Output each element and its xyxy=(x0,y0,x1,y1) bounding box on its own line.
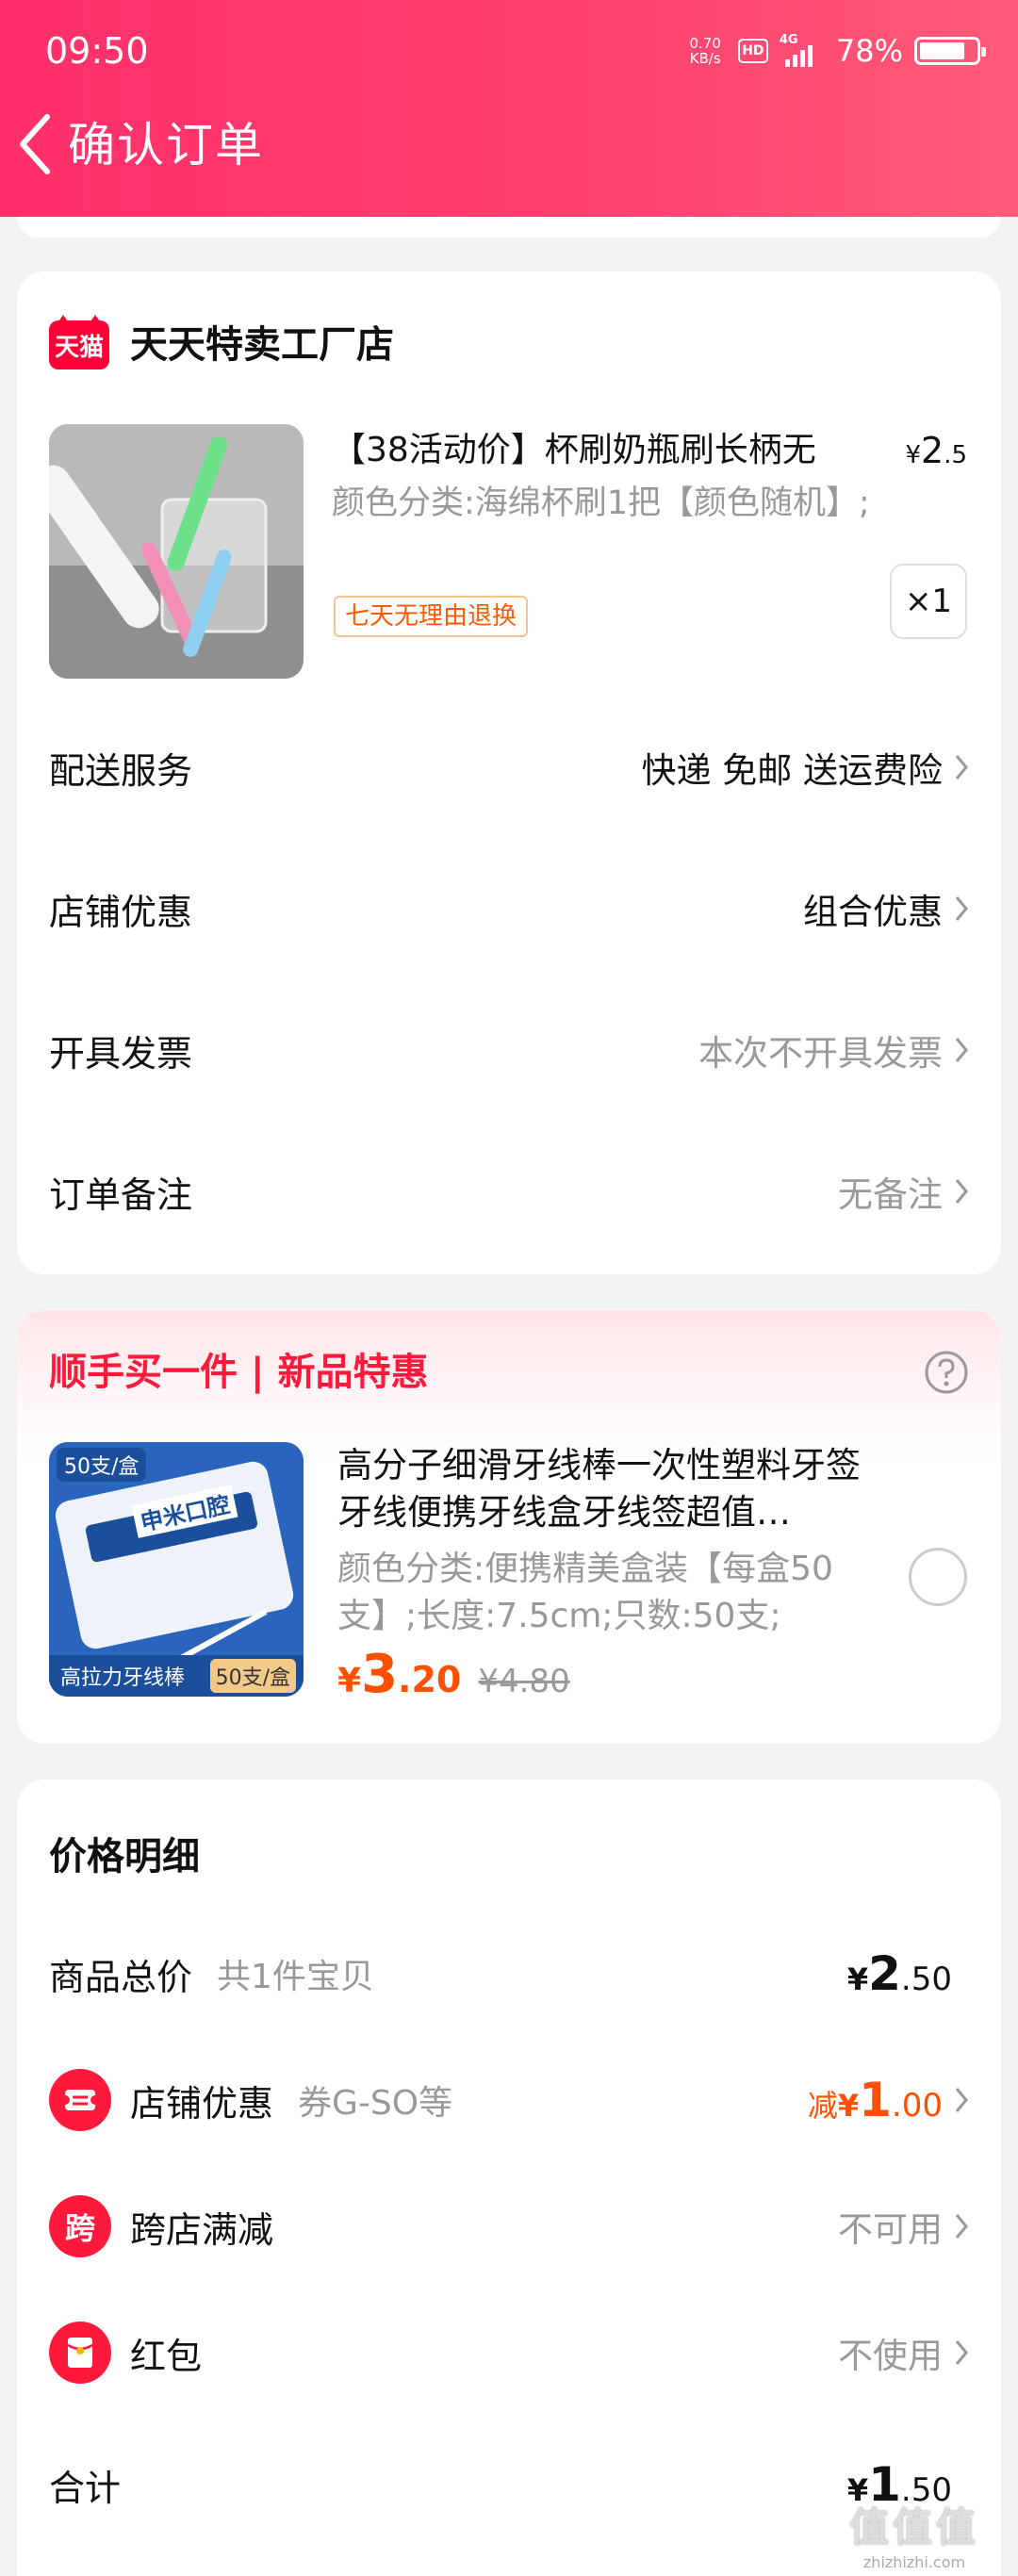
price-detail-title: 价格明细 xyxy=(49,1835,200,1879)
site-watermark: 值值值 zhizhizhi.com xyxy=(848,2504,979,2571)
recommend-product-name[interactable]: 高分子细滑牙线棒一次性塑料牙签牙线便携牙线盒牙线签超值… xyxy=(337,1442,875,1536)
back-arrow-icon[interactable] xyxy=(17,111,55,177)
current-price: ¥3.20 xyxy=(337,1644,462,1705)
return-policy-badge: 七天无理由退换 xyxy=(334,596,529,637)
add-item-radio[interactable] xyxy=(909,1548,967,1606)
help-icon[interactable] xyxy=(924,1350,969,1395)
invoice-row[interactable]: 开具发票 本次不开具发票 xyxy=(49,1012,969,1088)
price-detail-card: 价格明细 商品总价 共1件宝贝 ¥2.50 店铺优惠 券G-SO等 减¥1.00… xyxy=(17,1780,1001,2576)
status-icons: 0.70 KB/s HD 4G 78% xyxy=(689,25,986,77)
shop-coupon-icon xyxy=(49,2069,111,2131)
recommend-price: ¥3.20 ¥4.80 xyxy=(337,1644,570,1705)
recommend-card: 顺手买一件 | 新品特惠 50支/盒 申米口腔 高拉力牙线棒 50支/盒 高分子… xyxy=(17,1310,1001,1744)
chevron-right-icon xyxy=(955,2214,968,2239)
shop-name[interactable]: 天天特卖工厂店 xyxy=(130,317,394,373)
goods-total-amount: ¥2.50 xyxy=(846,1946,952,2001)
network-speed: 0.70 KB/s xyxy=(689,35,721,67)
original-price: ¥4.80 xyxy=(478,1663,570,1700)
tmall-logo: 天猫 xyxy=(49,315,109,369)
order-note-row[interactable]: 订单备注 无备注 xyxy=(49,1154,969,1229)
clock: 09:50 xyxy=(45,30,149,72)
red-packet-icon xyxy=(49,2322,111,2384)
chevron-right-icon xyxy=(955,896,968,921)
cross-store-icon: 跨 xyxy=(49,2195,111,2257)
chevron-right-icon xyxy=(955,1179,968,1204)
product-image[interactable] xyxy=(49,424,304,679)
chevron-right-icon xyxy=(955,1038,968,1062)
signal-icon: 4G xyxy=(780,33,825,67)
recommend-product-spec: 颜色分类:便携精美盒装【每盒50支】;长度:7.5cm;只数:50支; xyxy=(337,1550,833,1635)
shop-discount-amount: 减¥1.00 xyxy=(807,2073,943,2127)
product-spec: 颜色分类:海绵杯刷1把【颜色随机】; xyxy=(332,484,870,522)
cross-store-row[interactable]: 跨 跨店满减 不可用 xyxy=(49,2189,969,2264)
delivery-service-row[interactable]: 配送服务 快递 免邮 送运费险 xyxy=(49,730,969,805)
goods-total-row: 商品总价 共1件宝贝 ¥2.50 xyxy=(49,1946,952,2001)
thumb-tag: 50支/盒 xyxy=(57,1448,147,1482)
page-title: 确认订单 xyxy=(68,118,264,172)
shop-order-card: 天猫 天天特卖工厂店 【38活动价】杯刷奶瓶刷长柄无 ¥2.5 颜色分类:海绵杯… xyxy=(17,271,1001,1274)
shop-coupon-row[interactable]: 店铺优惠 券G-SO等 减¥1.00 xyxy=(49,2062,969,2138)
quantity-selector[interactable]: ×1 xyxy=(890,564,967,639)
red-packet-row[interactable]: 红包 不使用 xyxy=(49,2315,969,2390)
status-bar: 09:50 0.70 KB/s HD 4G 78% xyxy=(0,25,1018,77)
chevron-right-icon xyxy=(955,2088,968,2112)
recommend-product-image[interactable]: 50支/盒 申米口腔 高拉力牙线棒 50支/盒 xyxy=(49,1442,304,1697)
recommend-title: 顺手买一件 | 新品特惠 xyxy=(49,1351,429,1394)
battery-icon xyxy=(914,37,986,65)
product-title[interactable]: 【38活动价】杯刷奶瓶刷长柄无 xyxy=(332,424,897,477)
header-bar: 09:50 0.70 KB/s HD 4G 78% 确认订单 xyxy=(0,0,1018,217)
thumb-bottom-tag: 50支/盒 xyxy=(209,1659,296,1693)
battery-percent: 78% xyxy=(835,33,903,69)
hd-icon: HD xyxy=(737,39,768,63)
chevron-right-icon xyxy=(955,2340,968,2365)
product-price: ¥2.5 xyxy=(905,430,967,471)
previous-card-edge xyxy=(17,217,1001,238)
shop-discount-row[interactable]: 店铺优惠 组合优惠 xyxy=(49,871,969,946)
thumb-bottom-label: 高拉力牙线棒 xyxy=(60,1666,186,1690)
chevron-right-icon xyxy=(955,755,968,779)
